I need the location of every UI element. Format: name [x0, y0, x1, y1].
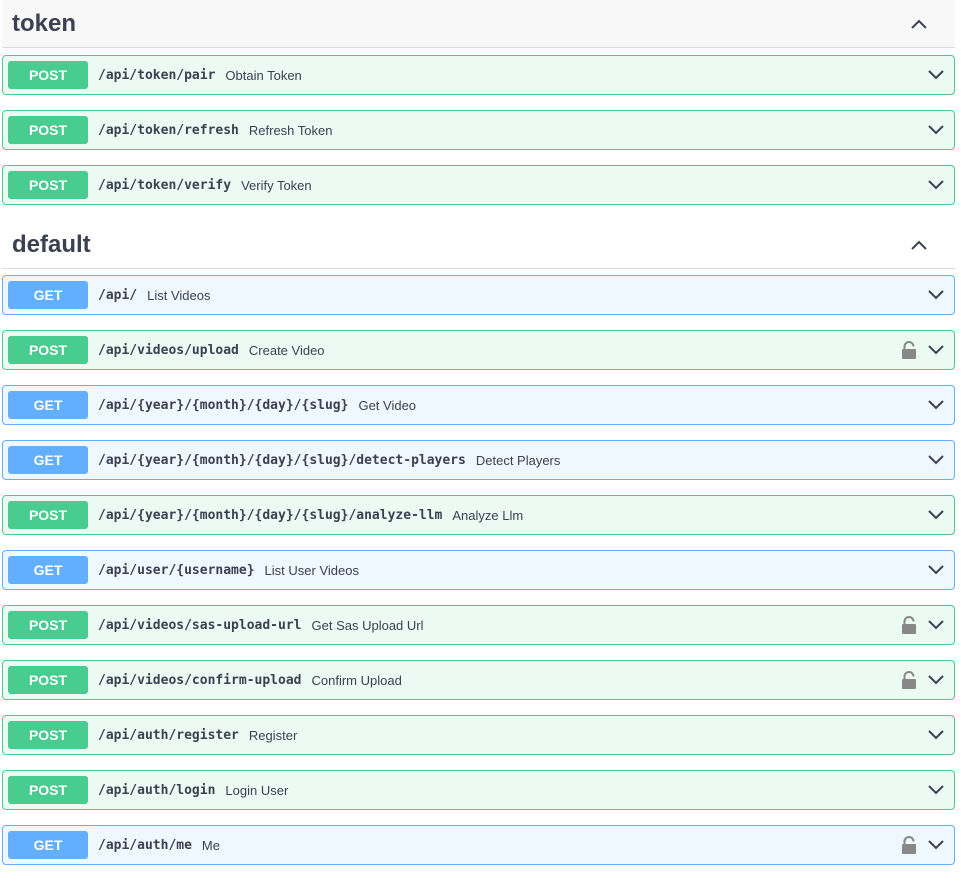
operation-controls [900, 331, 946, 369]
operation-get-me[interactable]: GET/api/auth/me Me [2, 825, 955, 865]
operation-path: /api/videos/sas-upload-url [98, 617, 302, 633]
operation-post-confirm-upload[interactable]: POST/api/videos/confirm-upload Confirm Up… [2, 660, 955, 700]
operation-path: /api/{year}/{month}/{day}/{slug}/analyze… [98, 507, 443, 523]
operation-post-refresh-token[interactable]: POST/api/token/refresh Refresh Token [2, 110, 955, 150]
operation-summary: Obtain Token [225, 67, 302, 83]
chevron-down-icon[interactable] [926, 560, 946, 580]
chevron-down-icon[interactable] [926, 670, 946, 690]
chevron-down-icon[interactable] [926, 285, 946, 305]
method-badge: POST [8, 61, 88, 89]
chevron-down-icon[interactable] [926, 340, 946, 360]
operation-controls [926, 496, 946, 534]
operation-summary: Me [201, 837, 220, 853]
operation-post-get-sas-upload-url[interactable]: POST/api/videos/sas-upload-url Get Sas Up… [2, 605, 955, 645]
operation-post-obtain-token[interactable]: POST/api/token/pair Obtain Token [2, 55, 955, 95]
method-badge: POST [8, 666, 88, 694]
method-badge: POST [8, 171, 88, 199]
operation-summary: Refresh Token [248, 122, 333, 138]
operation-summary: Detect Players [475, 452, 561, 468]
chevron-down-icon[interactable] [926, 615, 946, 635]
operations-list-default: GET/api/List Videos POST/api/videos/uploa… [2, 275, 955, 880]
lock-icon[interactable] [900, 835, 918, 855]
operation-summary: Get Sas Upload Url [311, 617, 424, 633]
operation-summary: Analyze Llm [452, 507, 524, 523]
operation-path: /api/auth/login [98, 782, 216, 798]
swagger-page: token POST/api/token/pair Obtain Token POS… [0, 0, 961, 882]
method-badge: GET [8, 446, 88, 474]
operation-summary: Get Video [358, 397, 417, 413]
method-badge: POST [8, 721, 88, 749]
operation-post-register[interactable]: POST/api/auth/register Register [2, 715, 955, 755]
chevron-down-icon[interactable] [926, 725, 946, 745]
operation-path: /api/user/{username} [98, 562, 255, 578]
lock-icon[interactable] [900, 670, 918, 690]
tag-title-token: token [12, 9, 77, 37]
operation-path: /api/auth/register [98, 727, 239, 743]
operation-controls [926, 111, 946, 149]
operation-controls [900, 661, 946, 699]
operation-summary: List Videos [147, 287, 211, 303]
tag-header-default[interactable]: default [2, 221, 955, 269]
operation-get-detect-players[interactable]: GET/api/{year}/{month}/{day}/{slug}/dete… [2, 440, 955, 480]
method-badge: GET [8, 831, 88, 859]
operation-path: /api/videos/confirm-upload [98, 672, 302, 688]
chevron-down-icon[interactable] [926, 120, 946, 140]
operation-path: /api/videos/upload [98, 342, 239, 358]
operation-summary: Verify Token [241, 177, 312, 193]
operation-summary: Register [248, 727, 298, 743]
operation-path: /api/token/pair [98, 67, 216, 83]
chevron-down-icon[interactable] [926, 395, 946, 415]
operation-controls [900, 826, 946, 864]
operation-summary: List User Videos [264, 562, 359, 578]
operation-summary: Confirm Upload [311, 672, 402, 688]
operation-controls [926, 166, 946, 204]
chevron-down-icon[interactable] [926, 835, 946, 855]
method-badge: POST [8, 611, 88, 639]
method-badge: GET [8, 556, 88, 584]
operation-post-verify-token[interactable]: POST/api/token/verify Verify Token [2, 165, 955, 205]
operation-post-analyze-llm[interactable]: POST/api/{year}/{month}/{day}/{slug}/ana… [2, 495, 955, 535]
chevron-down-icon[interactable] [926, 505, 946, 525]
operation-path: /api/{year}/{month}/{day}/{slug} [98, 397, 349, 413]
chevron-down-icon[interactable] [926, 780, 946, 800]
method-badge: POST [8, 116, 88, 144]
operation-controls [900, 606, 946, 644]
method-badge: GET [8, 281, 88, 309]
chevron-down-icon[interactable] [926, 65, 946, 85]
operation-path: /api/{year}/{month}/{day}/{slug}/detect-… [98, 452, 466, 468]
lock-icon[interactable] [900, 615, 918, 635]
operation-summary: Login User [225, 782, 289, 798]
tag-header-token[interactable]: token [2, 0, 955, 48]
operation-post-login-user[interactable]: POST/api/auth/login Login User [2, 770, 955, 810]
tag-title-default: default [12, 230, 91, 258]
operation-path: /api/token/verify [98, 177, 232, 193]
operation-controls [926, 551, 946, 589]
chevron-up-icon[interactable] [899, 4, 939, 44]
operation-get-list-videos[interactable]: GET/api/List Videos [2, 275, 955, 315]
method-badge: GET [8, 391, 88, 419]
operation-controls [926, 771, 946, 809]
operation-summary: Create Video [248, 342, 325, 358]
operations-list-token: POST/api/token/pair Obtain Token POST/api/… [2, 55, 955, 220]
chevron-up-icon[interactable] [899, 225, 939, 265]
operation-controls [926, 386, 946, 424]
chevron-down-icon[interactable] [926, 450, 946, 470]
operation-post-create-video[interactable]: POST/api/videos/upload Create Video [2, 330, 955, 370]
operation-get-list-user-videos[interactable]: GET/api/user/{username} List User Videos [2, 550, 955, 590]
chevron-down-icon[interactable] [926, 175, 946, 195]
operation-controls [926, 56, 946, 94]
operation-path: /api/token/refresh [98, 122, 239, 138]
lock-icon[interactable] [900, 340, 918, 360]
method-badge: POST [8, 776, 88, 804]
method-badge: POST [8, 336, 88, 364]
operation-controls [926, 716, 946, 754]
operation-path: /api/auth/me [98, 837, 192, 853]
operation-controls [926, 276, 946, 314]
method-badge: POST [8, 501, 88, 529]
operation-controls [926, 441, 946, 479]
operation-get-get-video[interactable]: GET/api/{year}/{month}/{day}/{slug} Get V… [2, 385, 955, 425]
operation-path: /api/ [98, 287, 138, 303]
